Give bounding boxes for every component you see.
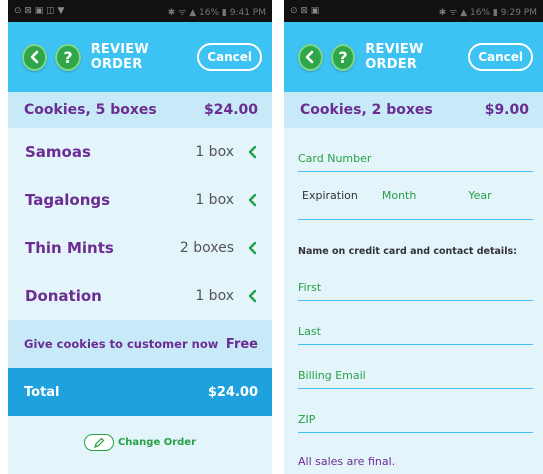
status-icons-right: ✱ ᯤ ▲ 16% ▮ 9:29 PM (438, 7, 537, 18)
summary-price: $24.00 (203, 102, 258, 118)
change-order-button[interactable]: Change Order (8, 434, 272, 451)
status-icons-left: ⊙ ⊠ ▣ (290, 6, 320, 16)
cancel-button[interactable]: Cancel (197, 43, 263, 71)
contact-heading: Name on credit card and contact details: (298, 246, 517, 257)
expiration-year-field[interactable]: Year (468, 189, 491, 202)
page-title: REVIEW ORDER (90, 42, 149, 72)
list-item[interactable]: Donation 1 box (8, 272, 272, 320)
chevron-left-icon (306, 50, 314, 64)
chevron-left-icon[interactable] (248, 241, 258, 255)
status-icons-right: ✱ ᯤ ▲ 16% ▮ 9:41 PM (167, 7, 266, 18)
item-name: Thin Mints (25, 239, 114, 257)
total-value: $24.00 (207, 384, 258, 400)
item-name: Tagalongs (25, 191, 111, 209)
summary-label: Cookies, 2 boxes (300, 102, 433, 118)
chevron-left-icon[interactable] (248, 193, 258, 207)
final-note: All sales are final. (298, 455, 396, 468)
status-bar: ⊙ ⊠ ▣ ◫ ▼ ✱ ᯤ ▲ 16% ▮ 9:41 PM (8, 0, 272, 22)
item-quantity: 1 box (195, 192, 234, 208)
app-header: ? REVIEW ORDER Cancel (284, 22, 543, 92)
item-quantity: 1 box (195, 288, 234, 304)
chevron-left-icon[interactable] (248, 145, 258, 159)
pencil-icon (83, 434, 114, 451)
give-cookies-value: Free (225, 336, 258, 352)
expiration-label: Expiration (302, 189, 358, 202)
list-item[interactable]: Thin Mints 2 boxes (8, 224, 272, 272)
last-name-field[interactable]: Last (298, 301, 533, 345)
give-cookies-label: Give cookies to customer now (24, 337, 219, 351)
change-order-label: Change Order (117, 437, 197, 448)
summary-label: Cookies, 5 boxes (24, 102, 157, 118)
zip-field[interactable]: ZIP (298, 389, 533, 433)
help-button[interactable]: ? (330, 43, 356, 71)
app-header: ? REVIEW ORDER Cancel (8, 22, 272, 92)
expiration-row: Expiration Month Year (298, 172, 533, 220)
order-summary: Cookies, 5 boxes $24.00 (8, 92, 272, 128)
item-name: Donation (25, 287, 102, 305)
list-item[interactable]: Tagalongs 1 box (8, 176, 272, 224)
status-icons-left: ⊙ ⊠ ▣ ◫ ▼ (14, 6, 65, 16)
help-button[interactable]: ? (55, 43, 81, 71)
card-number-field[interactable]: Card Number (298, 128, 533, 172)
list-item[interactable]: Samoas 1 box (8, 128, 272, 176)
summary-price: $9.00 (484, 102, 529, 118)
back-button[interactable] (298, 43, 323, 71)
back-button[interactable] (22, 43, 48, 71)
review-order-screen-left: ⊙ ⊠ ▣ ◫ ▼ ✱ ᯤ ▲ 16% ▮ 9:41 PM ? REVIEW O… (8, 0, 272, 474)
give-cookies-row[interactable]: Give cookies to customer now Free (8, 320, 272, 368)
expiration-month-field[interactable]: Month (382, 189, 416, 202)
item-quantity: 1 box (195, 144, 234, 160)
total-row: Total $24.00 (8, 368, 272, 416)
item-name: Samoas (25, 143, 91, 161)
status-bar: ⊙ ⊠ ▣ ✱ ᯤ ▲ 16% ▮ 9:29 PM (284, 0, 543, 22)
item-quantity: 2 boxes (179, 240, 234, 256)
review-order-screen-right: ⊙ ⊠ ▣ ✱ ᯤ ▲ 16% ▮ 9:29 PM ? REVIEW ORDER… (284, 0, 543, 474)
billing-email-field[interactable]: Billing Email (298, 345, 533, 389)
cancel-button[interactable]: Cancel (468, 43, 533, 71)
chevron-left-icon (30, 50, 38, 64)
chevron-left-icon[interactable] (248, 289, 258, 303)
page-title: REVIEW ORDER (365, 42, 424, 72)
total-label: Total (24, 384, 60, 400)
order-summary: Cookies, 2 boxes $9.00 (284, 92, 543, 128)
first-name-field[interactable]: First (298, 257, 533, 301)
